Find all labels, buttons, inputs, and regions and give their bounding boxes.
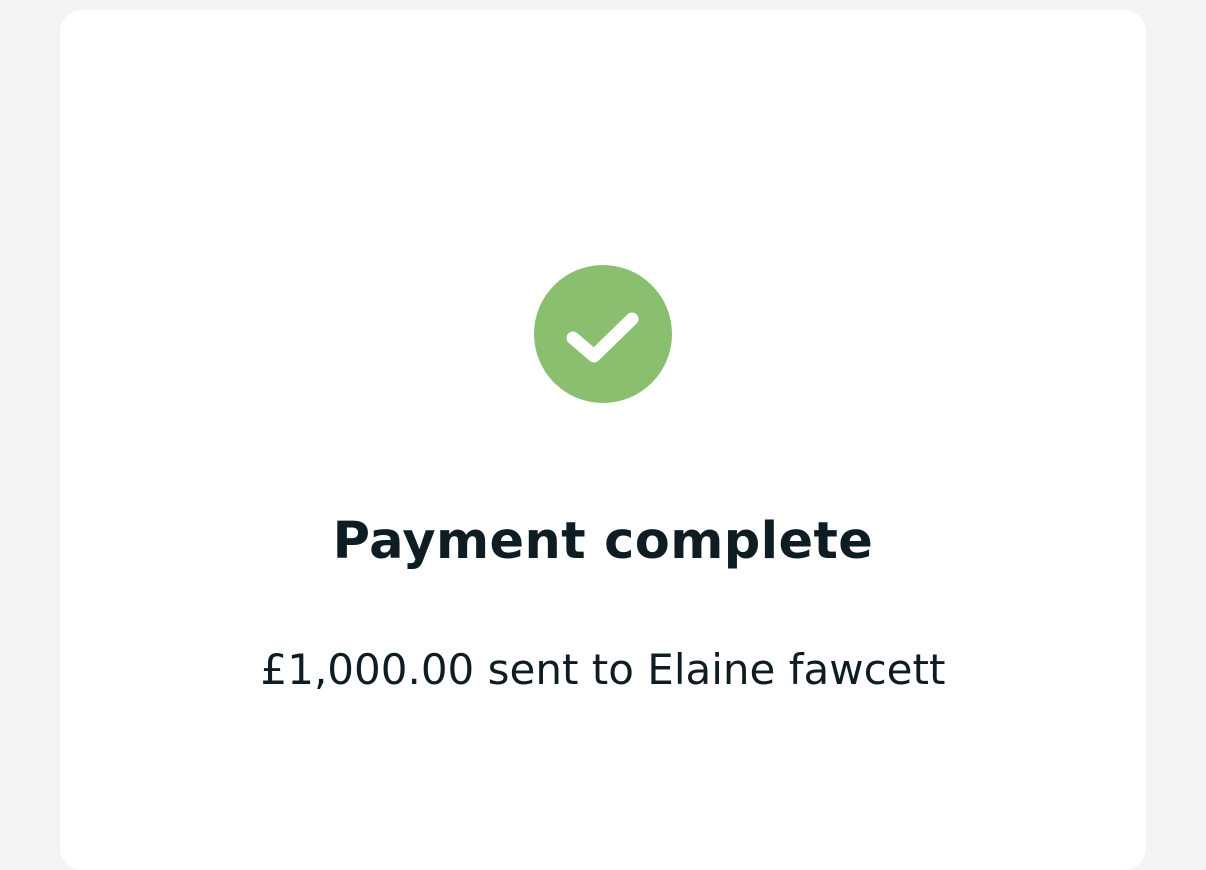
payment-status-title: Payment complete xyxy=(332,512,874,571)
check-circle-icon xyxy=(534,265,672,403)
confirmation-card: Payment complete £1,000.00 sent to Elain… xyxy=(60,10,1146,870)
payment-summary-message: £1,000.00 sent to Elaine fawcett xyxy=(260,645,946,694)
success-circle xyxy=(534,265,672,403)
